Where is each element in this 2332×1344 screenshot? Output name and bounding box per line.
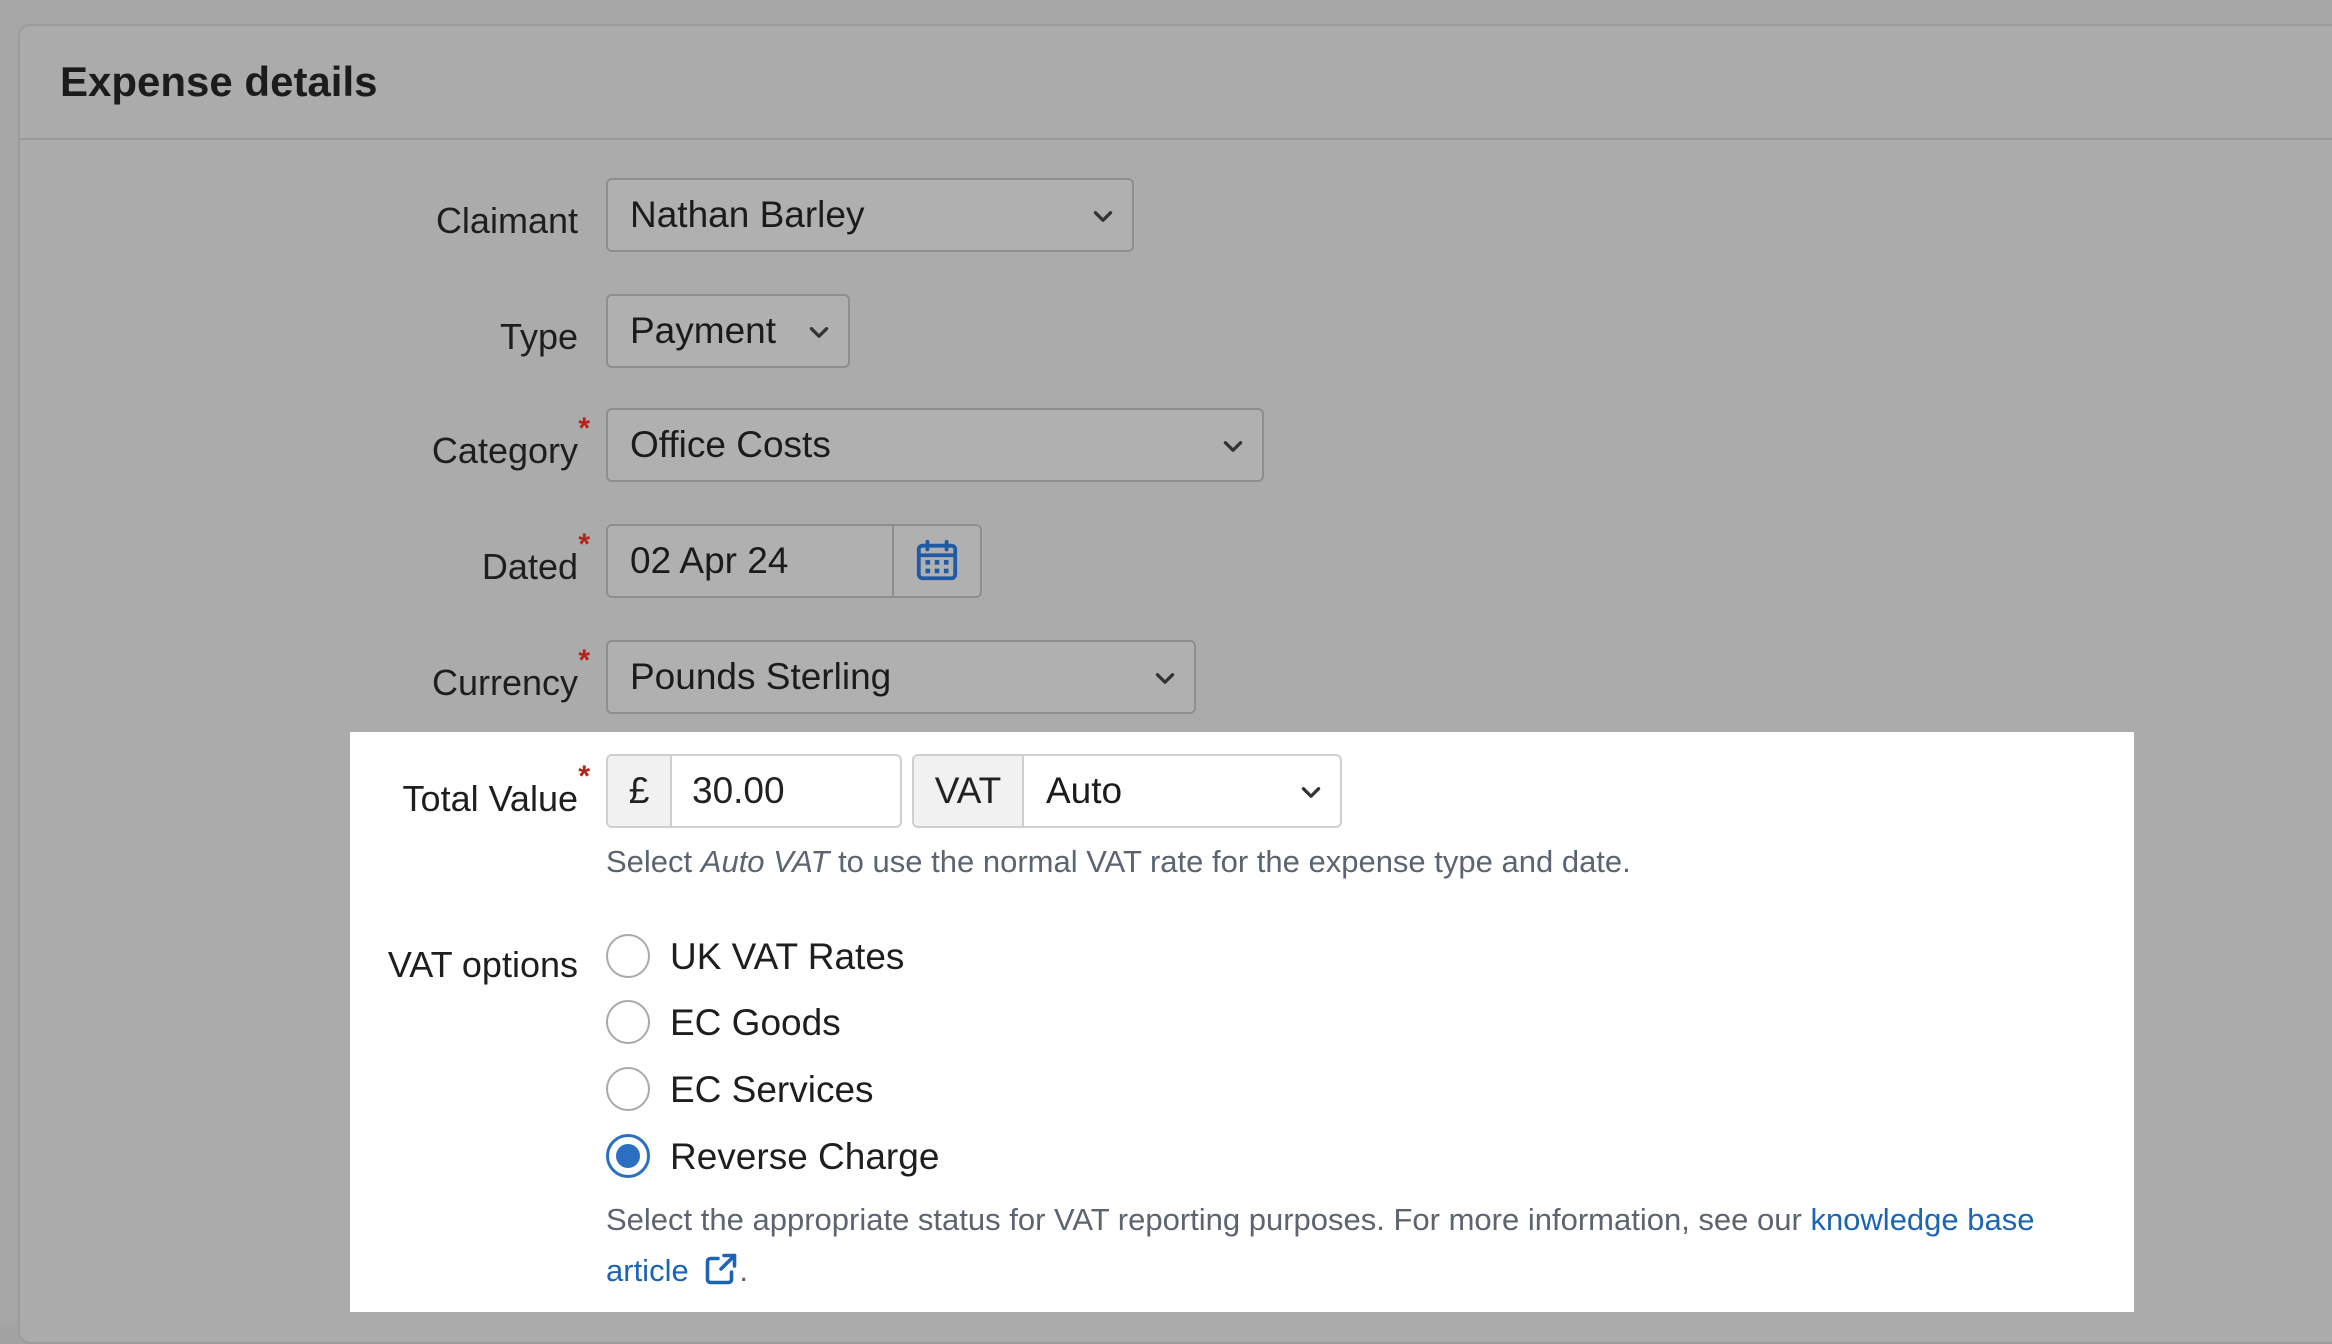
external-link-icon[interactable] xyxy=(703,1251,739,1287)
total-value-label: Total Value xyxy=(402,778,578,819)
currency-select[interactable]: Pounds Sterling xyxy=(606,640,1196,714)
claimant-label: Claimant xyxy=(435,200,578,241)
vat-select[interactable]: Auto xyxy=(1022,754,1342,828)
vat-options-label-wrap: VAT options xyxy=(0,934,578,994)
knowledge-base-link[interactable]: knowledge base xyxy=(1810,1202,2034,1237)
calendar-icon xyxy=(916,539,958,581)
amount-input[interactable]: 30.00 xyxy=(670,754,902,828)
currency-label: Currency xyxy=(431,662,578,703)
currency-symbol-addon: £ xyxy=(606,754,672,828)
radio-dot xyxy=(616,1144,640,1168)
category-value: Office Costs xyxy=(630,424,831,465)
vat-addon: VAT xyxy=(912,754,1024,828)
currency-value: Pounds Sterling xyxy=(630,656,892,697)
type-value: Payment xyxy=(630,310,777,351)
vat-help-suffix: to use the normal VAT rate for the expen… xyxy=(829,844,1631,879)
claimant-value: Nathan Barley xyxy=(630,194,865,235)
knowledge-base-link-cont[interactable]: article xyxy=(606,1253,689,1288)
category-select[interactable]: Office Costs xyxy=(606,408,1264,482)
dated-label-wrap: Dated * xyxy=(0,528,590,596)
claimant-select[interactable]: Nathan Barley xyxy=(606,178,1134,252)
vat-options-label: VAT options xyxy=(387,944,578,985)
panel-header: Expense details xyxy=(20,26,2332,140)
radio-label: EC Services xyxy=(670,1069,874,1110)
type-label: Type xyxy=(499,316,578,357)
dated-label: Dated xyxy=(481,546,578,587)
chevron-down-icon xyxy=(809,327,829,338)
required-marker: * xyxy=(578,644,590,677)
radio-button[interactable] xyxy=(606,934,650,978)
category-label: Category xyxy=(431,430,578,471)
amount-value: 30.00 xyxy=(692,770,785,811)
vat-value: Auto xyxy=(1046,770,1123,811)
required-marker: * xyxy=(578,760,590,793)
chevron-down-icon xyxy=(1301,787,1321,798)
category-label-wrap: Category * xyxy=(0,412,590,480)
panel-title: Expense details xyxy=(60,58,378,105)
radio-button[interactable] xyxy=(606,1000,650,1044)
date-field[interactable]: 02 Apr 24 xyxy=(606,524,982,598)
required-marker: * xyxy=(578,528,590,561)
help-period: . xyxy=(739,1253,748,1288)
required-marker: * xyxy=(578,412,590,445)
type-label-wrap: Type xyxy=(0,306,578,366)
radio-label: UK VAT Rates xyxy=(670,936,905,977)
radio-button-selected[interactable] xyxy=(606,1134,650,1178)
claimant-label-wrap: Claimant xyxy=(0,190,578,250)
total-value-label-wrap: Total Value * xyxy=(0,760,590,828)
chevron-down-icon xyxy=(1155,673,1175,684)
vat-help-prefix: Select xyxy=(606,844,701,879)
vat-options-help-text: Select the appropriate status for VAT re… xyxy=(606,1202,1811,1237)
vat-help-emphasis: Auto VAT xyxy=(700,844,830,879)
type-select[interactable]: Payment xyxy=(606,294,850,368)
date-value: 02 Apr 24 xyxy=(630,540,789,581)
radio-button[interactable] xyxy=(606,1067,650,1111)
calendar-button[interactable] xyxy=(892,526,980,596)
vat-options-help-line2: article . xyxy=(606,1251,748,1289)
currency-label-wrap: Currency * xyxy=(0,644,590,712)
radio-label: Reverse Charge xyxy=(670,1136,940,1177)
radio-label: EC Goods xyxy=(670,1002,841,1043)
vat-help-text: Select Auto VAT to use the normal VAT ra… xyxy=(606,844,1631,880)
vat-options-help-line1: Select the appropriate status for VAT re… xyxy=(606,1202,2035,1238)
chevron-down-icon xyxy=(1223,441,1243,452)
chevron-down-icon xyxy=(1093,211,1113,222)
page: Expense details Claimant Nathan Barley T… xyxy=(0,0,2332,1344)
